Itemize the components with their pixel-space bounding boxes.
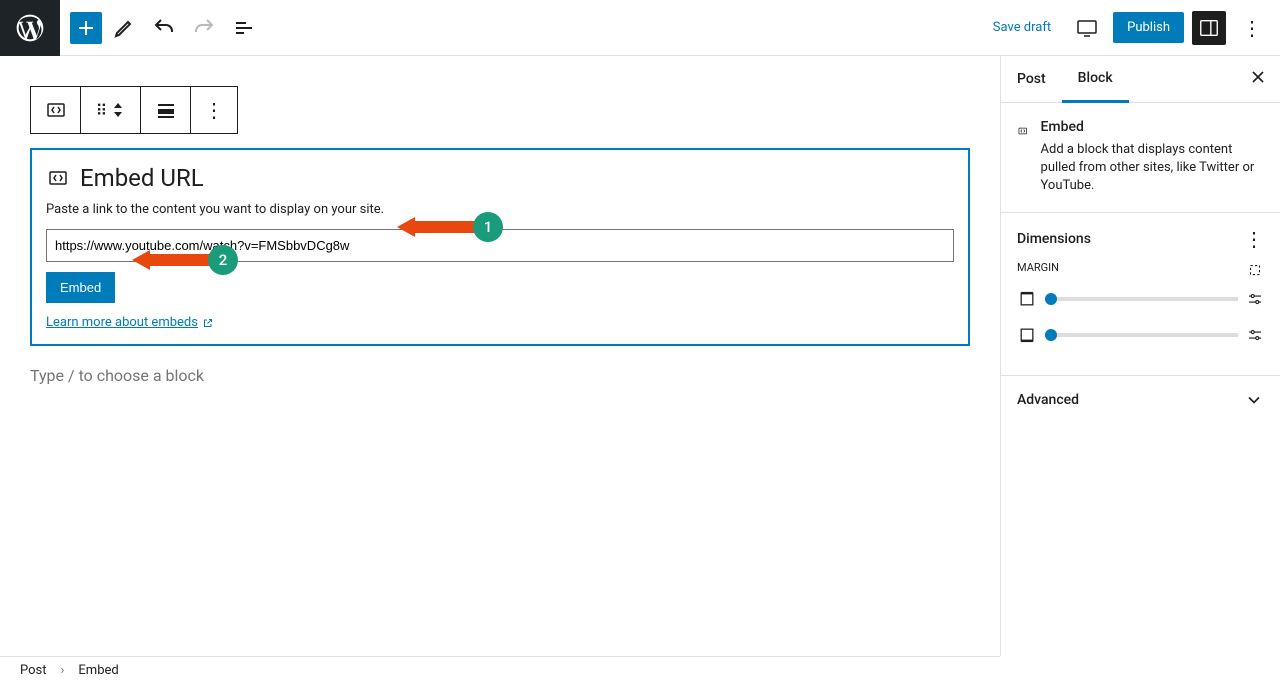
breadcrumb-separator: › <box>61 663 65 678</box>
slider-settings-icon[interactable] <box>1246 326 1264 344</box>
add-block-button[interactable] <box>70 12 102 44</box>
drag-icon <box>96 101 108 120</box>
move-arrows[interactable] <box>111 101 125 119</box>
save-draft-button[interactable]: Save draft <box>983 14 1061 41</box>
tab-block[interactable]: Block <box>1062 56 1129 103</box>
redo-button[interactable] <box>186 10 222 46</box>
chevron-down-icon <box>1244 390 1264 410</box>
publish-button[interactable]: Publish <box>1113 12 1184 43</box>
embed-submit-button[interactable]: Embed <box>46 272 115 303</box>
undo-button[interactable] <box>146 10 182 46</box>
dimensions-options-button[interactable] <box>1244 227 1264 251</box>
margin-label: MARGIN <box>1017 261 1059 279</box>
dimensions-section: Dimensions MARGIN <box>1001 213 1280 376</box>
embed-url-input[interactable] <box>46 229 954 262</box>
block-info-desc: Add a block that displays content pulled… <box>1041 141 1264 196</box>
preview-button[interactable] <box>1069 10 1105 46</box>
settings-sidebar: Post Block Embed Add a block that displa… <box>1000 56 1280 656</box>
margin-bottom-icon <box>1017 325 1037 345</box>
margin-bottom-slider[interactable] <box>1017 325 1264 345</box>
unlink-icon[interactable] <box>1246 261 1264 279</box>
sidebar-toggle-button[interactable] <box>1192 11 1226 45</box>
editor-canvas: Embed URL Paste a link to the content yo… <box>0 56 1000 656</box>
breadcrumb-embed[interactable]: Embed <box>78 663 118 678</box>
breadcrumb-bar: Post › Embed <box>0 656 1000 684</box>
embed-description: Paste a link to the content you want to … <box>46 202 954 217</box>
block-more-button[interactable] <box>191 87 237 133</box>
embed-block: Embed URL Paste a link to the content yo… <box>30 148 970 346</box>
breadcrumb-post[interactable]: Post <box>20 663 47 678</box>
block-info-title: Embed <box>1041 119 1264 135</box>
learn-more-link[interactable]: Learn more about embeds <box>46 315 214 330</box>
top-bar: Save draft Publish <box>0 0 1280 56</box>
margin-top-icon <box>1017 289 1037 309</box>
more-options-button[interactable] <box>1234 10 1270 46</box>
block-toolbar <box>30 86 238 134</box>
embed-title: Embed URL <box>80 164 204 192</box>
close-sidebar-button[interactable] <box>1248 67 1268 91</box>
toolbar-right: Save draft Publish <box>983 10 1280 46</box>
block-drag-handle[interactable] <box>81 87 141 133</box>
dimensions-title: Dimensions <box>1017 231 1091 247</box>
sidebar-block-info: Embed Add a block that displays content … <box>1001 103 1280 213</box>
embed-icon <box>1017 119 1029 143</box>
margin-top-slider[interactable] <box>1017 289 1264 309</box>
block-type-button[interactable] <box>31 87 81 133</box>
outline-button[interactable] <box>226 10 262 46</box>
embed-icon <box>46 166 70 190</box>
align-button[interactable] <box>141 87 191 133</box>
wordpress-logo[interactable] <box>0 0 60 56</box>
slider-settings-icon[interactable] <box>1246 290 1264 308</box>
sidebar-tabs: Post Block <box>1001 56 1280 103</box>
toolbar-left <box>60 10 262 46</box>
main-area: Embed URL Paste a link to the content yo… <box>0 56 1280 656</box>
advanced-section[interactable]: Advanced <box>1001 376 1280 424</box>
tab-post[interactable]: Post <box>1001 57 1062 101</box>
block-placeholder[interactable]: Type / to choose a block <box>30 366 970 385</box>
edit-mode-button[interactable] <box>106 10 142 46</box>
external-link-icon <box>202 317 214 329</box>
